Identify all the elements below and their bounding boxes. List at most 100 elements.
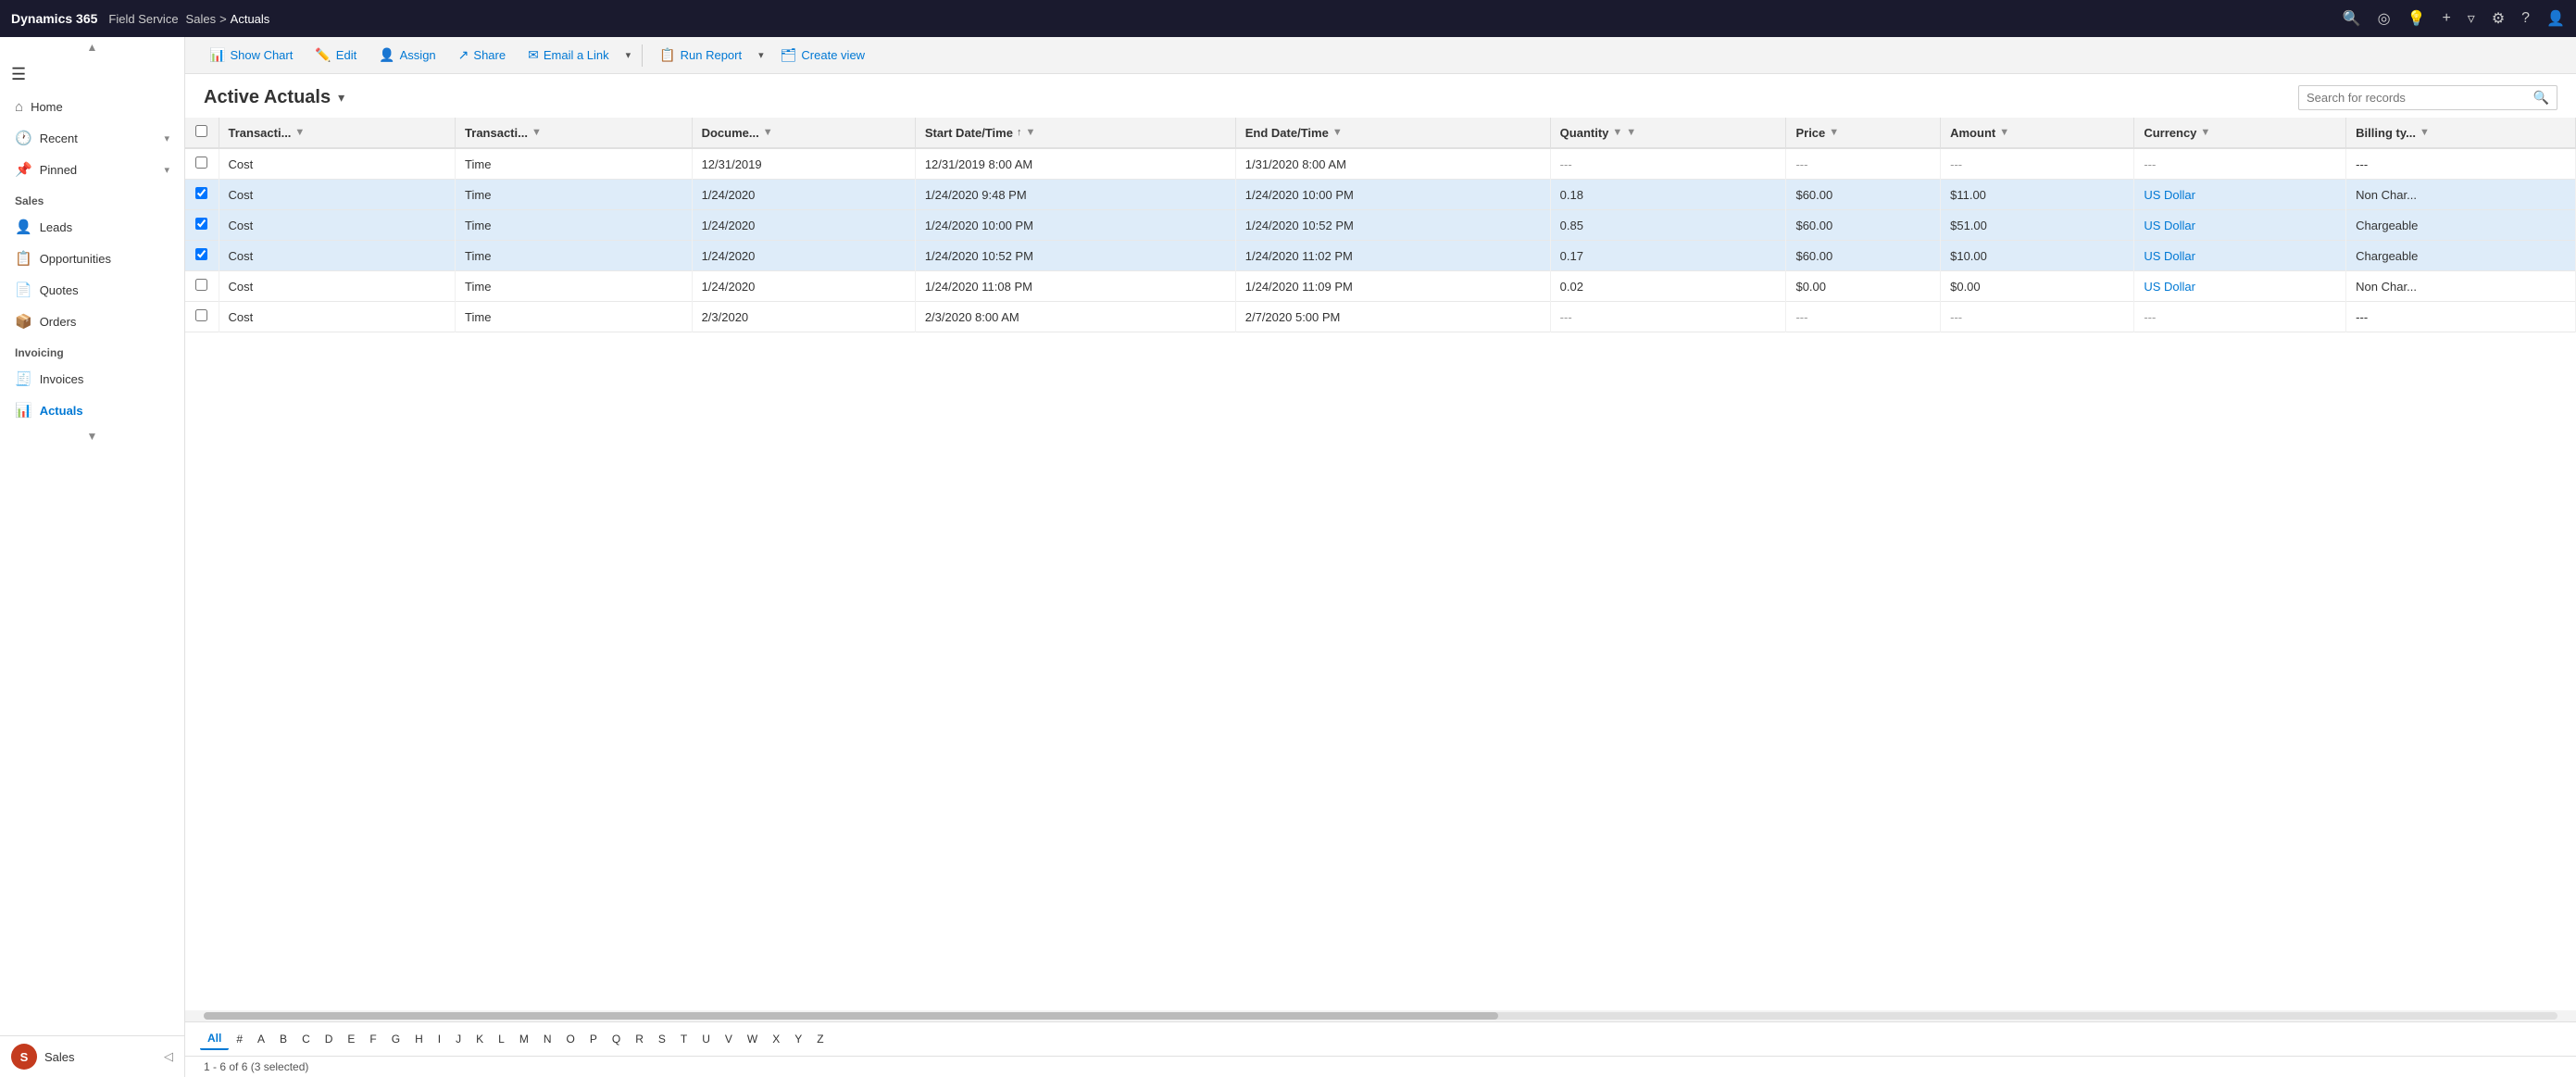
pagination-letter-Y[interactable]: Y [787,1029,809,1049]
sidebar-chevron-icon[interactable]: ◁ [164,1049,173,1064]
bulb-icon[interactable]: 💡 [2407,9,2426,28]
email-link-button[interactable]: ✉ Email a Link [519,43,619,68]
row-checkbox[interactable] [195,218,207,230]
sidebar-item-leads[interactable]: 👤 Leads [0,211,184,243]
pagination-letter-I[interactable]: I [431,1029,448,1049]
sidebar-item-home[interactable]: ⌂ Home [0,92,184,122]
pagination-letter-V[interactable]: V [718,1029,740,1049]
document-cell: 2/3/2020 [692,302,915,332]
pagination-letter-K[interactable]: K [469,1029,491,1049]
show-chart-button[interactable]: 📊 Show Chart [200,43,302,68]
pagination-letter-C[interactable]: C [294,1029,318,1049]
filter-icon[interactable]: ▼ [1612,127,1622,138]
pagination-letter-All[interactable]: All [200,1028,229,1050]
view-title-row: Active Actuals ▾ [204,87,344,108]
filter-icon[interactable]: ▼ [1999,127,2009,138]
amount-cell: --- [1941,302,2134,332]
row-checkbox[interactable] [195,157,207,169]
sidebar-item-opportunities[interactable]: 📋 Opportunities [0,243,184,274]
pagination-letter-N[interactable]: N [536,1029,559,1049]
row-checkbox-cell [185,302,219,332]
sidebar-item-pinned[interactable]: 📌 Pinned ▾ [0,154,184,185]
pagination-letter-J[interactable]: J [448,1029,469,1049]
row-checkbox-cell [185,271,219,302]
pagination-letter-F[interactable]: F [362,1029,383,1049]
report-icon: 📋 [659,47,675,63]
pagination-letter-Z[interactable]: Z [809,1029,831,1049]
plus-icon[interactable]: + [2442,10,2450,27]
pagination-letter-A[interactable]: A [250,1029,272,1049]
sidebar-item-quotes[interactable]: 📄 Quotes [0,274,184,306]
help-icon[interactable]: ? [2521,10,2530,27]
pagination-letter-H[interactable]: H [407,1029,431,1049]
create-view-button[interactable]: 🗂 Create view [771,43,874,68]
row-checkbox[interactable] [195,309,207,321]
pagination-letter-U[interactable]: U [694,1029,718,1049]
sidebar-item-orders[interactable]: 📦 Orders [0,306,184,337]
pagination-letter-P[interactable]: P [582,1029,605,1049]
sort-asc-icon[interactable]: ↑ [1017,127,1022,138]
sidebar-item-actuals[interactable]: 📊 Actuals [0,394,184,426]
table-row[interactable]: Cost Time 1/24/2020 1/24/2020 10:00 PM 1… [185,210,2576,241]
assign-button[interactable]: 👤 Assign [369,43,444,68]
pagination-letter-G[interactable]: G [384,1029,407,1049]
target-icon[interactable]: ◎ [2378,9,2391,28]
row-checkbox[interactable] [195,187,207,199]
run-report-chevron[interactable]: ▾ [755,44,768,66]
filter-icon[interactable]: ▼ [2200,127,2210,138]
gear-icon[interactable]: ⚙ [2492,9,2505,28]
table-row[interactable]: Cost Time 12/31/2019 12/31/2019 8:00 AM … [185,148,2576,180]
filter-icon[interactable]: ▼ [531,127,542,138]
filter-icon[interactable]: ▿ [2468,9,2475,28]
search-input[interactable] [2307,91,2533,105]
pagination-letter-L[interactable]: L [491,1029,512,1049]
pagination-letter-O[interactable]: O [559,1029,582,1049]
sidebar-item-recent[interactable]: 🕐 Recent ▾ [0,122,184,154]
pagination-letter-E[interactable]: E [340,1029,362,1049]
filter-icon[interactable]: ▼ [1332,127,1343,138]
app-logo[interactable]: Dynamics 365 [11,11,97,26]
filter-icon[interactable]: ▼ [1829,127,1839,138]
row-checkbox[interactable] [195,248,207,260]
run-report-button[interactable]: 📋 Run Report [650,43,751,68]
sidebar-scroll-down[interactable]: ▼ [0,426,184,446]
sidebar-toggle[interactable]: ☰ [0,57,184,92]
filter-icon-2[interactable]: ▼ [1626,127,1636,138]
pagination-letter-S[interactable]: S [651,1029,673,1049]
filter-icon[interactable]: ▼ [763,127,773,138]
pagination-letter-#[interactable]: # [229,1029,250,1049]
pagination-letter-R[interactable]: R [628,1029,651,1049]
pagination-letter-Q[interactable]: Q [605,1029,628,1049]
breadcrumb-sales[interactable]: Sales [186,12,217,26]
table-row[interactable]: Cost Time 1/24/2020 1/24/2020 9:48 PM 1/… [185,180,2576,210]
more-button[interactable]: ▾ [622,44,635,66]
pagination-letter-W[interactable]: W [740,1029,765,1049]
sidebar-scroll-up[interactable]: ▲ [0,37,184,57]
share-button[interactable]: ↗ Share [449,43,515,68]
pagination-letter-M[interactable]: M [512,1029,536,1049]
row-checkbox[interactable] [195,279,207,291]
quantity-cell: 0.02 [1550,271,1786,302]
view-title-chevron-icon[interactable]: ▾ [338,90,344,106]
sidebar-item-invoices[interactable]: 🧾 Invoices [0,363,184,394]
user-icon[interactable]: 👤 [2546,9,2565,28]
table-row[interactable]: Cost Time 2/3/2020 2/3/2020 8:00 AM 2/7/… [185,302,2576,332]
select-all-checkbox[interactable] [195,125,207,137]
pagination-letter-D[interactable]: D [318,1029,341,1049]
search-box[interactable]: 🔍 [2298,85,2557,110]
filter-icon[interactable]: ▼ [294,127,305,138]
sidebar-item-label: Home [31,100,63,114]
horizontal-scrollbar[interactable] [185,1010,2576,1021]
scroll-thumb[interactable] [204,1012,1498,1020]
pagination-letter-X[interactable]: X [765,1029,787,1049]
filter-icon[interactable]: ▼ [1025,127,1035,138]
pagination-letter-B[interactable]: B [272,1029,294,1049]
app-name[interactable]: Field Service [108,12,178,26]
table-row[interactable]: Cost Time 1/24/2020 1/24/2020 11:08 PM 1… [185,271,2576,302]
edit-button[interactable]: ✏️ Edit [306,43,366,68]
table-row[interactable]: Cost Time 1/24/2020 1/24/2020 10:52 PM 1… [185,241,2576,271]
filter-icon[interactable]: ▼ [2420,127,2430,138]
pagination-letter-T[interactable]: T [673,1029,694,1049]
search-icon[interactable]: 🔍 [2343,9,2361,28]
avatar: S [11,1044,37,1070]
